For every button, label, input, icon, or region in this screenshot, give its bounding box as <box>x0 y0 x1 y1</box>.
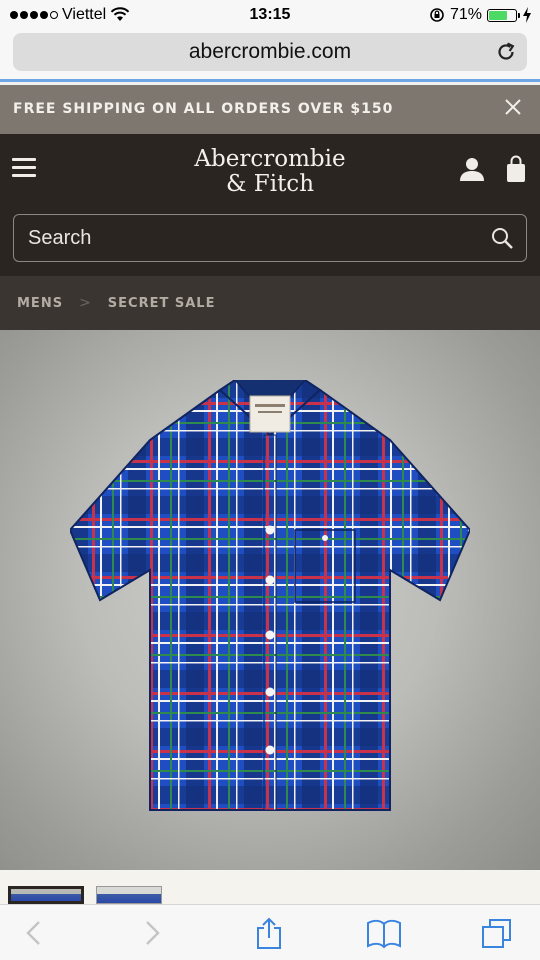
address-bar[interactable]: abercrombie.com <box>13 33 527 71</box>
thumbnail-strip <box>0 870 540 904</box>
shopping-bag-icon[interactable] <box>505 155 527 183</box>
orientation-lock-icon <box>430 8 444 22</box>
tabs-icon[interactable] <box>481 917 513 949</box>
logo-line1: Abercrombie <box>194 146 346 172</box>
site-header: Abercrombie & Fitch Search <box>0 134 540 276</box>
charging-icon <box>523 7 531 23</box>
status-right: 71% <box>429 6 532 24</box>
url-text: abercrombie.com <box>188 40 352 63</box>
bookmarks-icon[interactable] <box>366 917 402 949</box>
product-image[interactable] <box>0 330 540 870</box>
promo-banner: FREE SHIPPING ON ALL ORDERS OVER $150 <box>0 85 540 134</box>
battery-icon <box>487 8 520 22</box>
browser-address-area: abercrombie.com <box>0 30 540 82</box>
search-field[interactable]: Search <box>13 214 527 262</box>
breadcrumb-mens[interactable]: MENS <box>17 296 63 311</box>
share-icon[interactable] <box>253 917 285 949</box>
hamburger-menu-icon[interactable] <box>12 158 36 178</box>
breadcrumb: MENS > SECRET SALE <box>0 276 540 330</box>
breadcrumb-separator: > <box>79 295 92 311</box>
logo-line2: & Fitch <box>225 171 315 197</box>
battery-percent: 71% <box>449 6 482 23</box>
thumbnail-1[interactable] <box>8 886 84 904</box>
brand-logo[interactable]: Abercrombie & Fitch <box>170 147 370 197</box>
thumbnail-2[interactable] <box>96 886 162 904</box>
back-icon[interactable] <box>18 917 50 949</box>
search-input[interactable]: Search <box>28 227 91 250</box>
promo-text: FREE SHIPPING ON ALL ORDERS OVER $150 <box>13 101 394 117</box>
close-icon[interactable] <box>504 98 522 116</box>
status-bar: Viettel 13:15 71% <box>0 0 540 30</box>
reload-icon[interactable] <box>495 41 517 63</box>
breadcrumb-secret-sale[interactable]: SECRET SALE <box>108 296 216 311</box>
forward-icon[interactable] <box>136 917 168 949</box>
browser-toolbar <box>0 904 540 960</box>
plaid-shirt-image <box>70 380 470 811</box>
account-icon[interactable] <box>459 156 485 182</box>
search-icon[interactable] <box>490 226 514 250</box>
